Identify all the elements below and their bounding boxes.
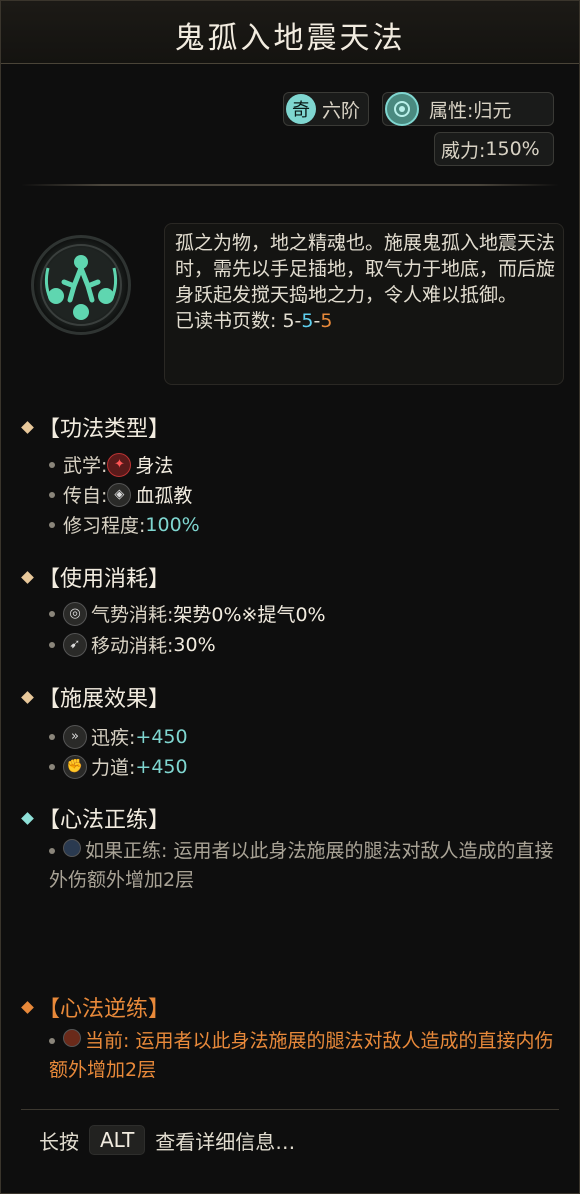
list-item: ✊ 力道: +450: [49, 753, 188, 780]
pages-read-v2: 5: [301, 310, 314, 332]
row-label: 气势消耗:: [91, 604, 174, 626]
section-effect-header: 【施展效果】: [21, 681, 170, 713]
description-body: 孤之为物，地之精魂也。施展鬼孤入地震天法时，需先以手足插地，取气力于地底，而后旋…: [175, 232, 556, 306]
fist-icon: ✊: [63, 754, 87, 779]
shenfa-icon: ✦: [107, 452, 132, 477]
qi-tier-icon: 奇: [286, 94, 316, 124]
description-box: 孤之为物，地之精魂也。施展鬼孤入地震天法时，需先以手足插地，取气力于地底，而后旋…: [164, 223, 564, 385]
bullet-icon: [49, 461, 55, 468]
footer-prefix: 长按: [39, 1129, 79, 1154]
bullet-icon: [49, 610, 55, 617]
diamond-icon: [21, 1000, 34, 1014]
title-bar: 鬼孤入地震天法: [1, 1, 579, 64]
section-type-header: 【功法类型】: [21, 411, 170, 443]
speed-icon: »: [63, 724, 87, 749]
pages-read-v1: 5: [282, 310, 295, 332]
row-value: 身法: [135, 455, 174, 477]
row-label: 传自:: [63, 485, 108, 507]
section-ni-title: 【心法逆练】: [38, 997, 171, 1022]
list-item: 传自: ◈ 血孤教: [49, 481, 192, 508]
list-item: 武学: ✦ 身法: [49, 451, 173, 478]
zheng-text: 如果正练: 运用者以此身法施展的腿法对敌人造成的直接外伤额外增加2层: [49, 837, 559, 895]
section-zheng-header: 【心法正练】: [21, 802, 170, 834]
diamond-icon: [21, 811, 34, 825]
power-chip: 威力: 150%: [434, 132, 554, 166]
footer-suffix: 查看详细信息…: [155, 1129, 296, 1154]
section-zheng-title: 【心法正练】: [38, 808, 171, 833]
section-type-title: 【功法类型】: [38, 417, 171, 442]
row-label: 修习程度:: [63, 515, 146, 537]
bullet-icon: [49, 733, 55, 740]
move-icon: ➹: [63, 632, 87, 657]
wolf-icon: ◈: [107, 482, 132, 507]
row-value: +450: [135, 725, 188, 748]
row-value: 血孤教: [135, 485, 193, 507]
divider: [21, 184, 559, 186]
attribute-label: 属性:: [429, 99, 474, 122]
row-label: 力道:: [91, 757, 136, 779]
ni-icon: [63, 1029, 81, 1047]
description-text: 孤之为物，地之精魂也。施展鬼孤入地震天法时，需先以手足插地，取气力于地底，而后旋…: [175, 230, 560, 334]
bullet-icon: [49, 848, 55, 854]
zheng-icon: [63, 839, 81, 857]
row-value: +450: [135, 755, 188, 778]
ni-body: 当前: 运用者以此身法施展的腿法对敌人造成的直接内伤额外增加2层: [49, 1030, 554, 1081]
bullet-icon: [49, 641, 55, 648]
list-item: ➹ 移动消耗: 30%: [49, 631, 216, 658]
skill-emblem-icon: [31, 235, 131, 335]
alt-key-badge: ALT: [89, 1125, 146, 1155]
tier-label: 六阶: [322, 99, 361, 122]
section-ni-header: 【心法逆练】: [21, 991, 170, 1023]
diamond-icon: [21, 690, 34, 704]
bullet-icon: [49, 763, 55, 770]
power-label: 威力:: [441, 139, 486, 162]
tier-chip: 奇 六阶: [283, 92, 369, 126]
attribute-chip: 属性: 归元: [382, 92, 554, 126]
power-value: 150%: [485, 138, 540, 160]
bullet-icon: [49, 1038, 55, 1044]
zheng-body: 如果正练: 运用者以此身法施展的腿法对敌人造成的直接外伤额外增加2层: [49, 840, 554, 891]
footer-hint: 长按 ALT 查看详细信息…: [39, 1125, 295, 1155]
row-label: 迅疾:: [91, 727, 136, 749]
row-label: 移动消耗:: [91, 635, 174, 657]
row-label: 武学:: [63, 455, 108, 477]
row-value: 架势0%※提气0%: [173, 604, 326, 626]
list-item: ◎ 气势消耗: 架势0%※提气0%: [49, 600, 326, 627]
bullet-icon: [49, 491, 55, 498]
skill-tooltip-panel: 鬼孤入地震天法 奇 六阶 属性: 归元 威力: 150% 孤之为物，地之精魂也。…: [0, 0, 580, 1194]
qi-icon: ◎: [63, 601, 87, 626]
divider: [21, 1109, 559, 1110]
pages-read-label: 已读书页数:: [175, 310, 283, 332]
section-effect-title: 【施展效果】: [38, 687, 171, 712]
list-item: » 迅疾: +450: [49, 723, 188, 750]
attribute-value: 归元: [473, 99, 512, 122]
bullet-icon: [49, 521, 55, 528]
guiyuan-icon: [385, 92, 419, 126]
pages-read-v3: 5: [320, 310, 333, 332]
ni-text: 当前: 运用者以此身法施展的腿法对敌人造成的直接内伤额外增加2层: [49, 1027, 559, 1085]
diamond-icon: [21, 570, 34, 584]
diamond-icon: [21, 420, 34, 434]
list-item: 修习程度: 100%: [49, 511, 200, 538]
section-cost-title: 【使用消耗】: [38, 567, 171, 592]
row-value: 100%: [145, 513, 200, 536]
row-value: 30%: [173, 633, 216, 656]
section-cost-header: 【使用消耗】: [21, 561, 170, 593]
skill-title: 鬼孤入地震天法: [174, 21, 406, 56]
